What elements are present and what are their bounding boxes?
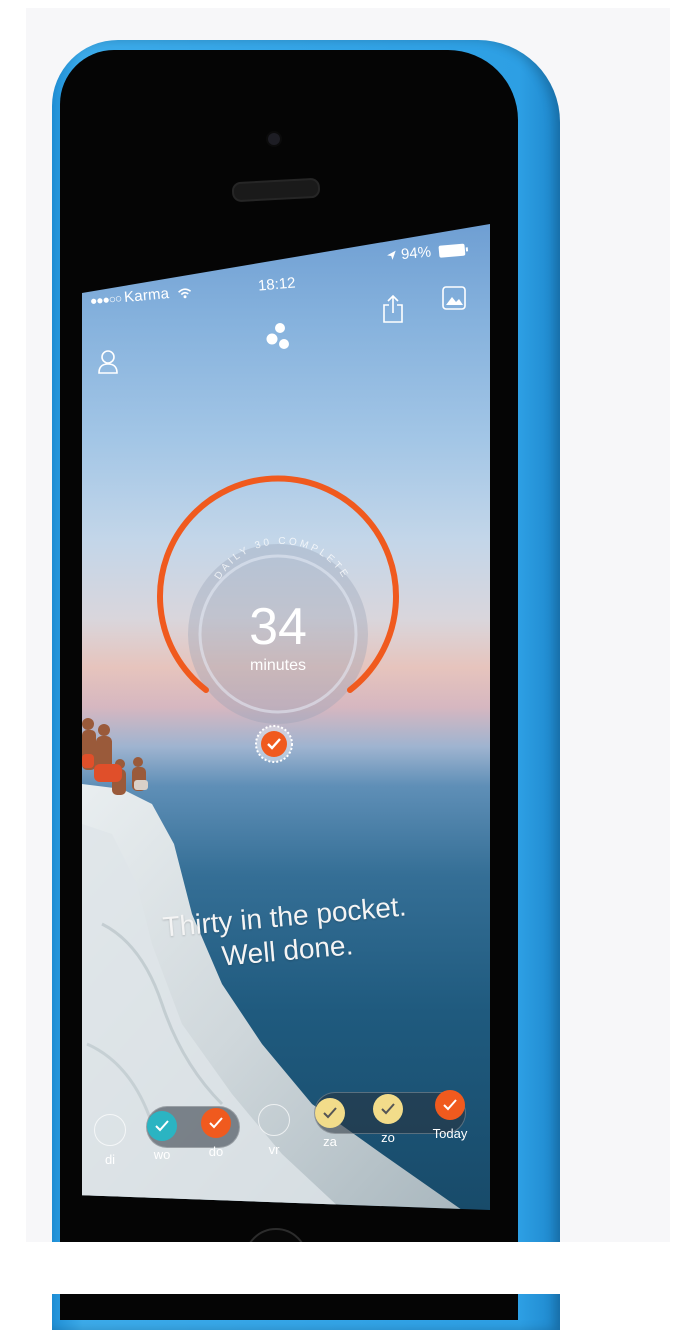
day-check-yellow [373, 1094, 403, 1124]
checkmark-icon [209, 1117, 223, 1129]
day-label: Today [432, 1126, 468, 1141]
day-do[interactable]: do [196, 1108, 236, 1159]
week-streak: di wo do vr za zo Today [82, 224, 490, 1210]
day-label: do [208, 1144, 224, 1159]
day-label: zo [381, 1130, 395, 1145]
day-empty-circle [258, 1104, 290, 1136]
checkmark-icon [155, 1120, 169, 1132]
day-check-teal [147, 1111, 177, 1141]
bottom-backdrop [0, 1242, 679, 1294]
day-today[interactable]: Today [428, 1090, 472, 1141]
day-check-yellow [315, 1098, 345, 1128]
day-wo[interactable]: wo [142, 1111, 182, 1162]
day-label: wo [153, 1147, 171, 1162]
day-za[interactable]: za [310, 1098, 350, 1149]
checkmark-icon [323, 1107, 337, 1119]
day-label: vr [268, 1142, 280, 1157]
day-label: di [104, 1152, 116, 1167]
day-empty-circle [94, 1114, 126, 1146]
checkmark-icon [381, 1103, 395, 1115]
checkmark-icon [443, 1099, 457, 1111]
day-di[interactable]: di [90, 1114, 130, 1167]
day-check-orange [435, 1090, 465, 1120]
day-vr[interactable]: vr [254, 1104, 294, 1157]
day-label: za [323, 1134, 337, 1149]
day-check-orange [201, 1108, 231, 1138]
front-camera-icon [268, 133, 280, 145]
app-screen: ●●●○○ Karma 18:12 94% DAILY 30 COMPLETE … [82, 224, 490, 1210]
day-zo[interactable]: zo [368, 1094, 408, 1145]
